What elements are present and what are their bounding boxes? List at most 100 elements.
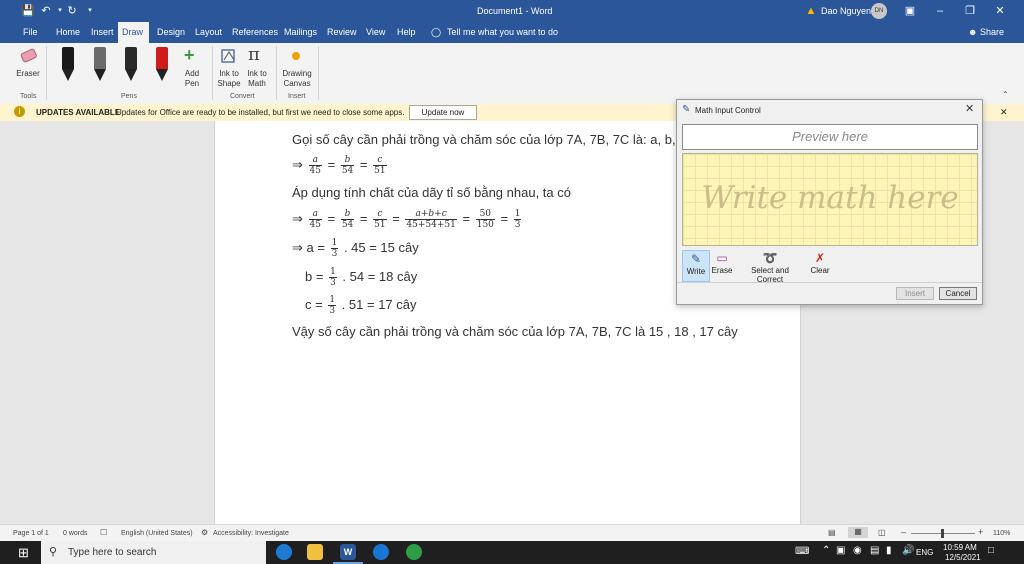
tray-app-icon[interactable]: ▣ (836, 545, 845, 556)
page-count[interactable]: Page 1 of 1 (13, 530, 49, 537)
network-icon[interactable]: ▤ (870, 545, 879, 556)
drawing-canvas-label-1[interactable]: Drawing (279, 69, 315, 79)
tray-app-icon-2[interactable]: ◉ (853, 545, 862, 556)
avatar[interactable]: DN (871, 3, 887, 19)
restore-icon[interactable]: ❐ (962, 3, 978, 19)
notification-icon[interactable]: □ (988, 545, 994, 556)
tab-mailings[interactable]: Mailings (280, 22, 321, 43)
volume-icon[interactable]: 🔊 (902, 545, 914, 556)
clear-tool-button[interactable]: ✗ Clear (808, 250, 832, 280)
add-pen-label-2[interactable]: Pen (176, 79, 208, 89)
customize-qat-icon[interactable]: ▾ (82, 3, 98, 19)
collapse-ribbon-icon[interactable]: ⌃ (1002, 90, 1009, 99)
tab-file[interactable]: File (19, 22, 42, 43)
print-layout-icon[interactable]: ▦ (848, 527, 868, 538)
pen-icon: ✎ (690, 252, 702, 266)
user-name[interactable]: Dao Nguyen (821, 6, 871, 16)
clear-tool-label: Clear (810, 266, 830, 275)
clock-time[interactable]: 10:59 AM (943, 543, 977, 552)
ink-to-math-label-2[interactable]: Math (242, 79, 272, 89)
tab-design[interactable]: Design (153, 22, 189, 43)
write-area[interactable]: Write math here (682, 153, 978, 246)
share-button[interactable]: Share (976, 22, 1008, 43)
c-suffix: . 51 = 17 cây (341, 296, 417, 312)
read-mode-icon[interactable]: ▤ (828, 528, 836, 537)
zoom-out-icon[interactable]: – (901, 527, 906, 537)
zoom-slider-thumb[interactable] (941, 529, 944, 538)
add-pen-label-1[interactable]: Add (176, 69, 208, 79)
update-now-button[interactable]: Update now (409, 105, 477, 120)
pen-3-tip (125, 69, 137, 81)
cancel-button[interactable]: Cancel (939, 287, 977, 300)
erase-tool-button[interactable]: ▭ Erase (710, 250, 734, 280)
fraction-1-3: 13 (328, 295, 337, 316)
zoom-level[interactable]: 110% (993, 530, 1010, 537)
tell-me-box[interactable]: Tell me what you want to do (443, 22, 562, 43)
update-title: UPDATES AVAILABLE (36, 108, 121, 117)
doc-line-1: Gọi số cây cần phải trồng và chăm sóc củ… (292, 132, 686, 147)
taskbar-search[interactable]: ⚲ Type here to search (41, 541, 266, 564)
fraction-50-150: 50 150 (475, 209, 495, 230)
tab-insert[interactable]: Insert (87, 22, 118, 43)
zoom-in-icon[interactable]: + (978, 527, 983, 537)
language-indicator[interactable]: ENG (916, 548, 933, 557)
numerator: a (308, 155, 322, 166)
add-pen-icon[interactable]: + (184, 45, 195, 66)
pen-3[interactable] (124, 47, 138, 81)
word-app-icon[interactable]: W (340, 544, 356, 560)
redo-icon[interactable]: ↻ (64, 3, 80, 19)
doc-line-2: ⇒ a 45 = b 54 = c 51 (292, 155, 389, 176)
save-icon[interactable]: 💾 (20, 3, 36, 19)
accessibility-status[interactable]: Accessibility: Investigate (213, 530, 289, 537)
insert-button[interactable]: Insert (896, 287, 934, 300)
pen-1[interactable] (61, 47, 75, 81)
numerator: c (373, 155, 387, 166)
windows-start-icon[interactable]: ⊞ (18, 545, 29, 561)
drawing-canvas-label-2[interactable]: Canvas (279, 79, 315, 89)
write-tool-label: Write (686, 267, 706, 276)
doc-line-4: ⇒ a 45 = b 54 = c 51 = a+b+c 45+54+51 = 50 15… (292, 209, 523, 230)
close-update-bar-icon[interactable]: ✕ (1000, 107, 1008, 118)
eraser-label[interactable]: Eraser (13, 69, 43, 79)
equals: = (359, 156, 368, 172)
language[interactable]: English (United States) (121, 530, 193, 537)
tab-view[interactable]: View (362, 22, 389, 43)
keyboard-icon[interactable]: ⌨ (795, 546, 809, 557)
word-count[interactable]: 0 words (63, 530, 88, 537)
close-window-icon[interactable]: ✕ (992, 3, 1008, 19)
denominator: 3 (514, 220, 521, 230)
proofing-icon[interactable]: ☐ (100, 528, 107, 537)
eraser-icon[interactable] (19, 48, 39, 63)
drawing-canvas-icon[interactable] (292, 52, 300, 60)
minimize-icon[interactable]: – (932, 3, 948, 19)
pens-group-label: Pens (121, 93, 137, 100)
edge-icon[interactable] (276, 544, 292, 560)
a-prefix: ⇒ a = (292, 239, 325, 255)
tab-review[interactable]: Review (323, 22, 361, 43)
select-correct-tool-button[interactable]: ➰ Select and Correct (737, 250, 803, 284)
tab-draw[interactable]: Draw (118, 22, 149, 43)
ink-to-shape-label-2[interactable]: Shape (214, 79, 244, 89)
file-explorer-icon[interactable] (307, 544, 323, 560)
tab-help[interactable]: Help (393, 22, 420, 43)
battery-icon[interactable]: ▮ (886, 545, 892, 556)
ink-to-math-icon[interactable]: π (248, 44, 260, 65)
show-hidden-icons-icon[interactable]: ⌃ (822, 545, 830, 556)
tab-home[interactable]: Home (52, 22, 84, 43)
tab-references[interactable]: References (228, 22, 282, 43)
ink-to-math-label-1[interactable]: Ink to (242, 69, 272, 79)
zalo-icon[interactable] (373, 544, 389, 560)
ribbon-display-options-icon[interactable]: ▣ (902, 3, 918, 19)
web-layout-icon[interactable]: ◫ (878, 528, 886, 537)
tab-layout[interactable]: Layout (191, 22, 226, 43)
chrome-icon[interactable] (406, 544, 422, 560)
ink-to-shape-label-1[interactable]: Ink to (214, 69, 244, 79)
write-tool-button[interactable]: ✎ Write (682, 250, 710, 282)
ink-to-shape-icon[interactable] (220, 46, 238, 66)
pen-2[interactable] (93, 47, 107, 81)
fraction-1-3: 13 (329, 267, 337, 288)
search-placeholder[interactable]: Type here to search (68, 547, 156, 558)
close-dialog-icon[interactable]: ✕ (965, 102, 974, 115)
pen-4[interactable] (155, 47, 169, 81)
clock-date[interactable]: 12/5/2021 (945, 553, 981, 562)
